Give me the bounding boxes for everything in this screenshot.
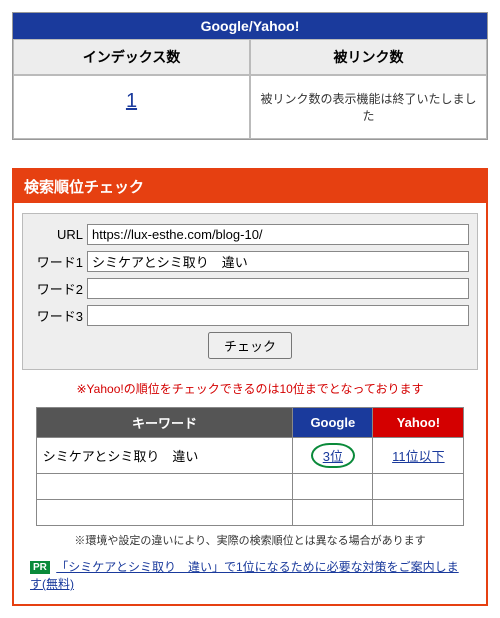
pr-link[interactable]: 「シミケアとシミ取り 違い」で1位になるために必要な対策をご案内します(無料) — [30, 560, 459, 591]
word1-label: ワード1 — [31, 252, 83, 271]
environment-note: ※環境や設定の違いにより、実際の検索順位とは異なる場合があります — [22, 532, 478, 548]
table-row — [36, 474, 464, 500]
col-keyword: キーワード — [36, 408, 293, 438]
google-rank-link[interactable]: 3位 — [323, 449, 343, 464]
url-label: URL — [31, 227, 83, 242]
word2-input[interactable] — [87, 278, 469, 299]
backlink-count-label: 被リンク数 — [250, 39, 487, 75]
pr-badge: PR — [30, 561, 50, 574]
pr-row: PR 「シミケアとシミ取り 違い」で1位になるために必要な対策をご案内します(無… — [22, 558, 478, 596]
top-header: Google/Yahoo! — [13, 13, 487, 39]
index-count-label: インデックス数 — [13, 39, 250, 75]
result-yahoo: 11位以下 — [373, 438, 464, 474]
result-keyword: シミケアとシミ取り 違い — [36, 438, 293, 474]
backlink-message: 被リンク数の表示機能は終了いたしました — [250, 75, 487, 139]
yahoo-rank-link[interactable]: 11位以下 — [392, 449, 445, 464]
rank-check-title: 検索順位チェック — [14, 170, 486, 203]
index-count-link[interactable]: 1 — [126, 90, 137, 112]
word3-label: ワード3 — [31, 306, 83, 325]
url-input[interactable] — [87, 224, 469, 245]
result-table: キーワード Google Yahoo! シミケアとシミ取り 違い 3位 11位以… — [36, 407, 465, 526]
rank-check-panel: 検索順位チェック URL ワード1 ワード2 ワード3 チェック ※Y — [12, 168, 488, 606]
word3-input[interactable] — [87, 305, 469, 326]
yahoo-limit-note: ※Yahoo!の順位をチェックできるのは10位までとなっております — [22, 380, 478, 397]
table-row: シミケアとシミ取り 違い 3位 11位以下 — [36, 438, 464, 474]
index-summary: Google/Yahoo! インデックス数 被リンク数 1 被リンク数の表示機能… — [12, 12, 488, 140]
word1-input[interactable] — [87, 251, 469, 272]
rank-form: URL ワード1 ワード2 ワード3 チェック — [22, 213, 478, 370]
result-google: 3位 — [293, 438, 373, 474]
table-row — [36, 500, 464, 526]
check-button[interactable]: チェック — [208, 332, 292, 359]
col-google: Google — [293, 408, 373, 438]
index-count-cell: 1 — [13, 75, 250, 139]
word2-label: ワード2 — [31, 279, 83, 298]
col-yahoo: Yahoo! — [373, 408, 464, 438]
